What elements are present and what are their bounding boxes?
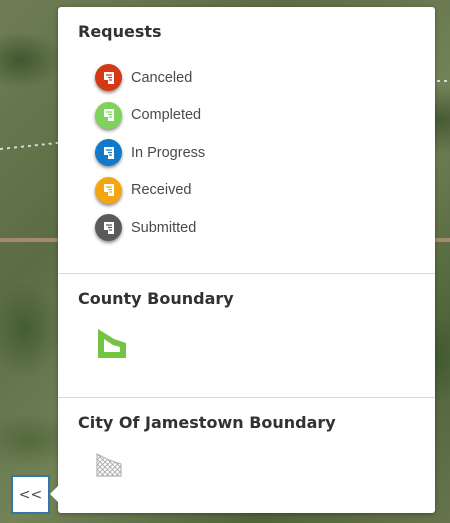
legend-section-requests: Requests Canceled Completed In Progress bbox=[58, 7, 435, 273]
legend-item-label: Received bbox=[131, 182, 192, 199]
legend-pointer-arrow bbox=[50, 486, 58, 502]
submitted-request-icon bbox=[95, 214, 122, 242]
legend-item-label: Canceled bbox=[131, 69, 193, 86]
received-request-icon bbox=[95, 176, 122, 204]
legend-item-label: In Progress bbox=[131, 144, 206, 161]
legend-item-completed: Completed bbox=[95, 97, 415, 135]
legend-section-title: County Boundary bbox=[78, 289, 234, 308]
collapse-chevrons-icon: << bbox=[18, 486, 43, 503]
completed-request-icon bbox=[95, 101, 122, 129]
legend-item-submitted: Submitted bbox=[95, 209, 415, 247]
legend-section-title: City Of Jamestown Boundary bbox=[78, 413, 336, 432]
legend-item-label: Completed bbox=[131, 107, 202, 124]
city-boundary-symbol bbox=[96, 453, 122, 477]
request-status-list: Canceled Completed In Progress Received bbox=[78, 59, 415, 247]
in-progress-request-icon bbox=[95, 139, 122, 167]
legend-panel: Requests Canceled Completed In Progress bbox=[58, 7, 435, 513]
legend-section-county-boundary: County Boundary bbox=[58, 274, 435, 397]
legend-section-title: Requests bbox=[78, 22, 162, 41]
legend-item-received: Received bbox=[95, 172, 415, 210]
county-boundary-symbol bbox=[98, 329, 126, 358]
canceled-request-icon bbox=[95, 64, 122, 92]
collapse-legend-button[interactable]: << bbox=[11, 475, 50, 514]
legend-section-city-boundary: City Of Jamestown Boundary bbox=[58, 398, 435, 482]
legend-item-label: Submitted bbox=[131, 219, 197, 236]
legend-item-in-progress: In Progress bbox=[95, 134, 415, 172]
legend-item-canceled: Canceled bbox=[95, 59, 415, 97]
